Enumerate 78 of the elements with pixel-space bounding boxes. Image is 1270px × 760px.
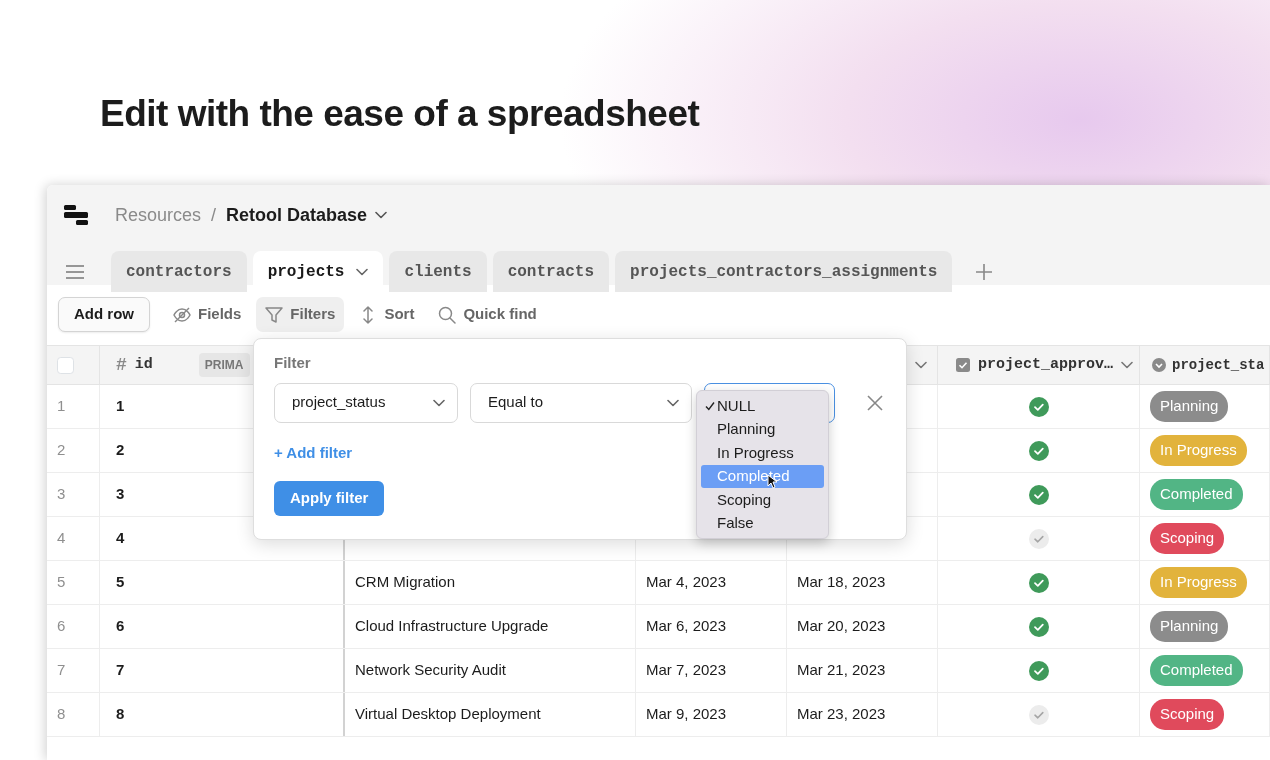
table-cell-text: 3 xyxy=(116,484,125,505)
status-tag: Planning xyxy=(1150,391,1229,422)
eye-off-icon xyxy=(173,305,191,324)
table-cell-text: Mar 7, 2023 xyxy=(646,660,727,681)
chevron-icon[interactable] xyxy=(1121,361,1134,369)
dropdown-option[interactable]: Scoping xyxy=(701,488,824,512)
breadcrumb-separator: / xyxy=(211,203,217,227)
table-cell-text: Network Security Audit xyxy=(355,660,506,681)
checkbox-icon xyxy=(956,358,970,372)
status-tag: In Progress xyxy=(1150,567,1247,598)
search-icon xyxy=(438,305,457,324)
plus-icon[interactable] xyxy=(976,264,993,280)
close-icon[interactable] xyxy=(867,394,883,411)
chevron-icon xyxy=(667,398,679,407)
table-cell-text: Cloud Infrastructure Upgrade xyxy=(355,616,549,637)
headline: Edit with the ease of a spreadsheet xyxy=(100,92,701,136)
table-cell-text: Mar 23, 2023 xyxy=(797,704,886,725)
chevron-icon xyxy=(375,211,388,219)
menu-icon[interactable] xyxy=(66,265,84,279)
column-header[interactable]: project_sta xyxy=(1172,354,1265,376)
check-icon xyxy=(705,401,715,411)
dropdown-option[interactable]: In Progress xyxy=(701,441,824,465)
chevron-icon[interactable] xyxy=(915,361,927,369)
status-tag: Scoping xyxy=(1150,699,1225,730)
column-header[interactable]: id xyxy=(134,353,153,377)
table-cell-text: 7 xyxy=(116,660,125,681)
table-cell-text: 8 xyxy=(116,704,125,725)
field-select[interactable]: project_status xyxy=(274,382,458,423)
table-cell-text: 6 xyxy=(116,616,125,637)
table-cell-text: 4 xyxy=(116,528,125,549)
table-cell-text: 2 xyxy=(116,440,125,461)
popover-title: Filter xyxy=(274,353,312,373)
row-number: 5 xyxy=(57,572,66,593)
database-selector[interactable]: Retool Database xyxy=(226,201,388,229)
table-cell-text: Mar 20, 2023 xyxy=(797,616,886,637)
row-number: 7 xyxy=(57,660,66,681)
table-cell-text: Mar 21, 2023 xyxy=(797,660,886,681)
status-tag: Completed xyxy=(1150,479,1243,510)
table-cell-text: CRM Migration xyxy=(355,572,456,593)
fields-button[interactable]: Fields xyxy=(164,297,251,332)
row-number: 3 xyxy=(57,484,66,505)
table-cell-text: 5 xyxy=(116,572,125,593)
filters-button[interactable]: Filters xyxy=(256,297,345,332)
column-header[interactable]: project_approv… xyxy=(978,353,1114,377)
dropdown-option[interactable]: False xyxy=(701,511,824,535)
row-number: 4 xyxy=(57,528,66,549)
table-tab[interactable]: projects_contractors_assignments xyxy=(615,251,953,292)
sort-button[interactable]: Sort xyxy=(350,297,424,332)
status-tag: Scoping xyxy=(1150,523,1225,554)
chevron-icon xyxy=(433,398,445,407)
number-type-glyph: # xyxy=(116,353,127,377)
row-number: 2 xyxy=(57,440,66,461)
table-cell-text: Mar 6, 2023 xyxy=(646,616,727,637)
table-cell-text: Mar 9, 2023 xyxy=(646,704,727,725)
table-tab[interactable]: contractors xyxy=(111,251,247,292)
dropdown-option[interactable]: Planning xyxy=(701,417,824,441)
quick-find-button[interactable]: Quick find xyxy=(429,297,546,332)
table-tab[interactable]: clients xyxy=(389,251,487,292)
status-tag: Completed xyxy=(1150,655,1243,686)
primary-key-tag: PRIMA xyxy=(198,353,250,377)
table-tab[interactable]: contracts xyxy=(492,251,610,292)
row-number: 6 xyxy=(57,616,66,637)
status-tag: Planning xyxy=(1150,611,1229,642)
operator-select[interactable]: Equal to xyxy=(470,382,692,423)
table-cell-text: Mar 18, 2023 xyxy=(797,572,886,593)
add-row-button[interactable]: Add row xyxy=(58,297,150,332)
row-number: 1 xyxy=(57,396,66,417)
funnel-icon xyxy=(265,305,284,324)
logo-icon xyxy=(63,203,89,227)
status-icon xyxy=(1152,358,1166,372)
table-cell-text: 1 xyxy=(116,396,125,417)
table-cell-text: Mar 4, 2023 xyxy=(646,572,727,593)
table-cell-text: Virtual Desktop Deployment xyxy=(355,704,541,725)
row-number: 8 xyxy=(57,704,66,725)
select-all-checkbox[interactable] xyxy=(57,356,74,374)
status-tag: In Progress xyxy=(1150,435,1247,466)
chevron-icon xyxy=(356,267,369,276)
dropdown-option[interactable]: NULL xyxy=(701,394,824,418)
